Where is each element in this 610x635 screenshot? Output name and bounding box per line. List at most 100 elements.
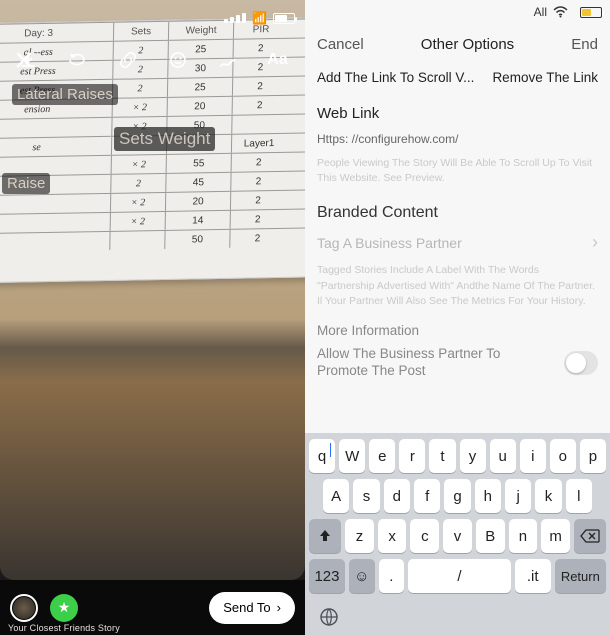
more-information-link[interactable]: More Information [317,319,598,342]
web-link-helper: People Viewing The Story Will Be Able To… [317,152,598,196]
key-g[interactable]: g [444,479,470,513]
shift-key[interactable] [309,519,341,553]
story-toolbar: Aa [0,44,305,76]
key-a[interactable]: A [323,479,349,513]
sheet-cell: 50 [164,230,229,249]
sheet-cell [231,115,286,134]
instagram-story-editor: 📶 Day: 3 Sets Weight PIR al --ess2252est… [0,0,305,635]
right-header: Cancel Other Options End [305,24,610,64]
web-link-label: Web Link [317,101,598,126]
sticker-icon[interactable] [166,48,190,72]
send-to-label: Send To [223,600,270,615]
key-h[interactable]: h [475,479,501,513]
link-icon[interactable] [116,48,140,72]
key-f[interactable]: f [414,479,440,513]
sheet-cell [0,213,110,234]
signal-icon [224,13,246,23]
key-t[interactable]: t [429,439,455,473]
battery-icon [580,7,602,18]
other-options-pane: All Cancel Other Options End Add The Lin… [305,0,610,635]
carrier-label: All [534,5,547,19]
key-m[interactable]: m [541,519,570,553]
key-k[interactable]: k [535,479,561,513]
tag-business-partner-row[interactable]: Tag A Business Partner › [317,226,598,259]
key-e[interactable]: e [369,439,395,473]
slash-key[interactable]: / [408,559,511,593]
sheet-cell: 14 [165,211,230,230]
sheet-cell: × 2 [111,155,166,174]
send-to-button[interactable]: Send To › [209,592,295,624]
sheet-cell: 55 [166,154,231,173]
dotcom-key[interactable]: .it [515,559,551,593]
boomerang-icon[interactable] [66,48,90,72]
key-v[interactable]: v [443,519,472,553]
remove-link-button[interactable]: Remove The Link [492,70,598,85]
overlay-sets-weight[interactable]: Sets Weight [114,127,215,151]
sheet-cell: × 2 [112,98,167,117]
tag-partner-label: Tag A Business Partner [317,235,462,251]
text-icon[interactable]: Aa [266,48,290,72]
key-p[interactable]: p [580,439,606,473]
numbers-key[interactable]: 123 [309,559,345,593]
return-key[interactable]: Return [555,559,606,593]
key-d[interactable]: d [384,479,410,513]
draw-icon[interactable] [216,48,240,72]
allow-promote-toggle[interactable] [564,351,598,375]
allow-promote-label: Allow The Business Partner To Promote Th… [317,346,554,380]
close-icon[interactable] [12,48,36,72]
sheet-cell: 2 [232,77,287,96]
sheet-cell: 2 [110,174,165,193]
key-j[interactable]: j [505,479,531,513]
story-bottom-bar: ★ Send To › Your Closest Friends Story [0,580,305,635]
cancel-button[interactable]: Cancel [317,36,364,53]
key-u[interactable]: u [490,439,516,473]
chevron-right-icon: › [592,232,598,253]
key-i[interactable]: i [520,439,546,473]
key-s[interactable]: s [353,479,379,513]
globe-icon[interactable] [315,603,343,631]
overlay-raise[interactable]: Raise [2,173,50,194]
sheet-cell [0,194,110,215]
key-l[interactable]: l [566,479,592,513]
key-y[interactable]: y [460,439,486,473]
sheet-cell: 20 [167,97,232,116]
key-n[interactable]: n [509,519,538,553]
sheet-cell: 2 [232,96,287,115]
key-w[interactable]: W [339,439,365,473]
add-link-button[interactable]: Add The Link To Scroll V... [317,70,474,85]
wifi-icon [553,6,568,18]
key-z[interactable]: z [345,519,374,553]
sheet-cell: se [0,137,111,158]
dot-key[interactable]: . [379,559,405,593]
end-button[interactable]: End [571,36,598,53]
key-r[interactable]: r [399,439,425,473]
options-content: Add The Link To Scroll V... Remove The L… [305,64,610,433]
emoji-key[interactable]: ☺ [349,559,375,593]
sheet-cell [109,231,164,250]
sheet-cell [0,118,112,139]
key-b[interactable]: B [476,519,505,553]
sheet-cell: 25 [167,78,232,97]
backspace-key[interactable] [574,519,606,553]
overlay-lateral-raises[interactable]: Lateral Raises [12,84,118,105]
ios-keyboard: qWertyuiop Asdfghjkl zxcvBnm 123 ☺ . / .… [305,433,610,635]
key-c[interactable]: c [410,519,439,553]
close-friends-button[interactable]: ★ [50,594,78,622]
sheet-cell: 45 [165,173,230,192]
key-q[interactable]: q [309,439,335,473]
web-link-input[interactable] [317,126,598,152]
bottom-caption: Your Closest Friends Story [8,623,120,633]
key-x[interactable]: x [378,519,407,553]
story-photo[interactable]: Day: 3 Sets Weight PIR al --ess2252est P… [0,0,305,580]
sheet-cell: 2 [230,172,285,191]
key-o[interactable]: o [550,439,576,473]
sheet-cell: 2 [230,191,285,210]
your-story-button[interactable] [10,594,38,622]
sheet-cell: × 2 [110,212,165,231]
sheet-cell [0,232,110,253]
sheet-cell: 2 [231,153,286,172]
sheet-cell: 2 [229,229,284,248]
sheet-cell: 2 [112,79,167,98]
branded-content-heading: Branded Content [317,196,598,226]
sheet-cell: × 2 [110,193,165,212]
